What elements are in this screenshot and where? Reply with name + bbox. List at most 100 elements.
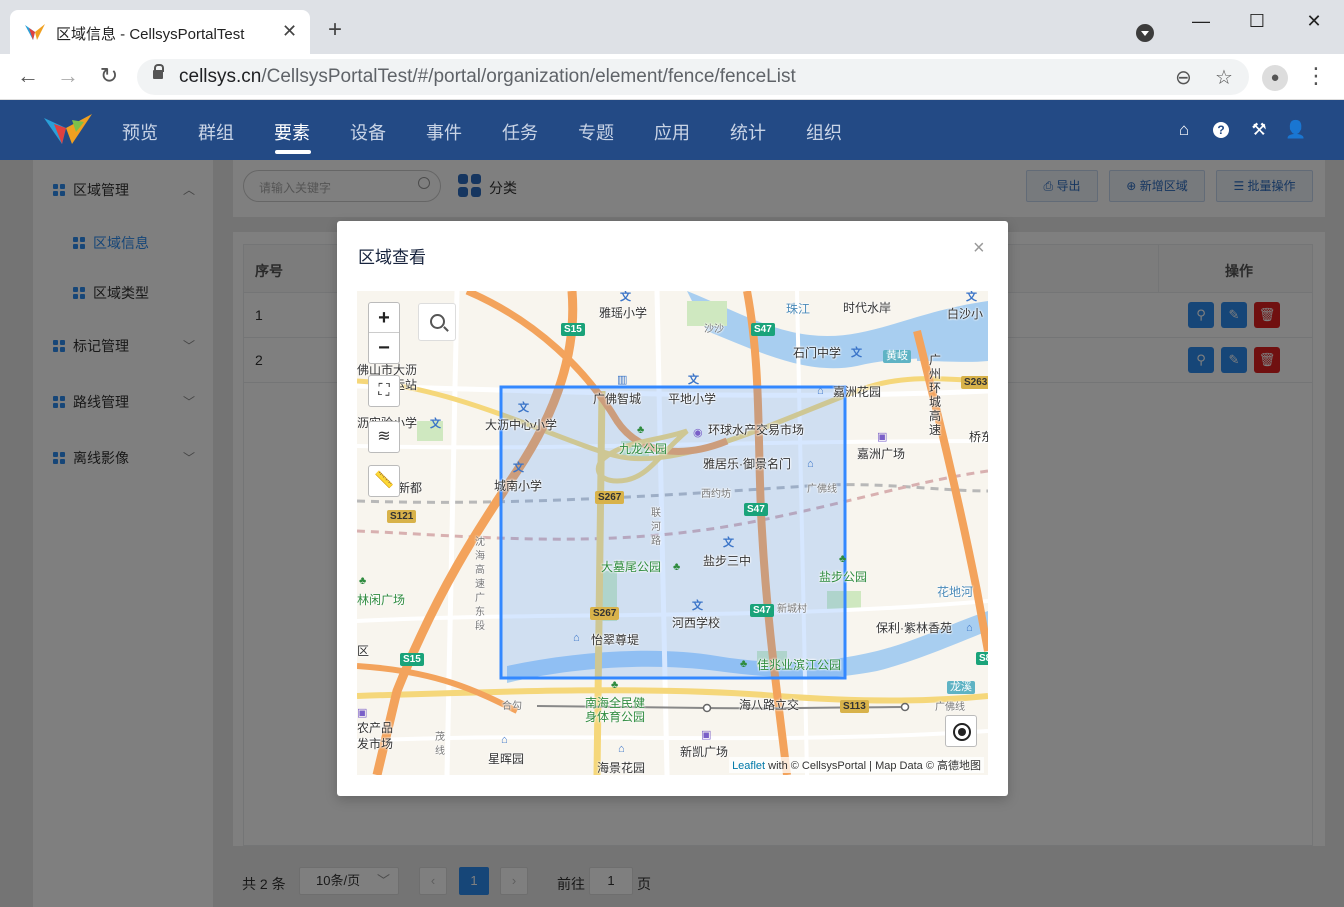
url-text: cellsys.cn/CellsysPortalTest/#/portal/or… (179, 66, 796, 87)
close-icon[interactable]: ✕ (1299, 8, 1329, 34)
school-icon: 文 (723, 537, 734, 549)
map-attribution: Leaflet with © CellsysPortal | Map Data … (729, 757, 984, 773)
map-label: 嘉洲广场 (857, 447, 906, 461)
map-label: 区 (357, 644, 370, 658)
map-label: 星晖园 (488, 752, 525, 766)
residence-icon: ⌂ (573, 632, 580, 644)
user-icon[interactable]: 👤 (1285, 120, 1306, 140)
road-shield: S113 (840, 700, 869, 713)
nav-tasks[interactable]: 任务 (502, 119, 538, 145)
area-view-modal: 区域查看 × S15 S47 S267 S47 S121 S267 S47 S1… (337, 221, 1008, 796)
layers-icon[interactable]: ≋ (368, 421, 400, 453)
fullscreen-icon[interactable]: ⛶ (368, 375, 400, 407)
map-label: 发市场 (357, 737, 394, 751)
zoom-in-button[interactable]: + (369, 303, 399, 333)
map-label: 西约坊 (701, 489, 731, 500)
active-nav-indicator (275, 150, 311, 154)
school-icon: 文 (620, 291, 631, 303)
home-icon[interactable]: ⌂ (1174, 120, 1194, 140)
nav-events[interactable]: 事件 (426, 119, 462, 145)
map-label: 大墓尾公园 (601, 560, 662, 574)
shopping-icon: ▣ (701, 729, 712, 741)
zoom-control: + − (368, 302, 400, 364)
bookmark-star-icon[interactable]: ☆ (1215, 65, 1233, 90)
park-tree-icon: ♣ (611, 679, 619, 691)
park-tree-icon: ♣ (673, 561, 681, 573)
map-view[interactable]: S15 S47 S267 S47 S121 S267 S47 S15 S263 … (357, 291, 988, 775)
leaflet-link[interactable]: Leaflet (732, 760, 765, 772)
map-label: 花地河 (937, 585, 974, 599)
park-tree-icon: ♣ (839, 553, 847, 565)
address-bar: ← → ↻ cellsys.cn/CellsysPortalTest/#/por… (0, 54, 1344, 100)
back-arrow-icon[interactable]: ← (15, 64, 41, 88)
map-label: 海景花园 (597, 761, 646, 775)
map-label: 海八路立交 (739, 698, 800, 712)
map-label: 佳兆业滨江公园 (757, 658, 842, 672)
park-tree-icon: ♣ (359, 575, 367, 587)
map-label: 怡翠尊堤 (591, 633, 640, 647)
nav-topics[interactable]: 专题 (578, 119, 614, 145)
minimize-icon[interactable]: — (1186, 8, 1216, 34)
nav-elements[interactable]: 要素 (274, 119, 310, 145)
map-label: 保利·紫林香苑 (876, 621, 952, 635)
kebab-menu-icon[interactable]: ⋮ (1303, 64, 1329, 88)
locate-me-icon[interactable] (945, 715, 977, 747)
map-label: 新都 (398, 481, 423, 495)
road-shield: S267 (595, 491, 625, 504)
road-shield: S121 (387, 510, 417, 523)
nav-groups[interactable]: 群组 (198, 119, 234, 145)
road-shield: S8 (976, 652, 988, 665)
map-label: 城南小学 (494, 479, 543, 493)
residence-icon: ⌂ (807, 458, 814, 470)
maximize-icon[interactable]: ☐ (1242, 8, 1272, 34)
nav-statistics[interactable]: 统计 (730, 119, 766, 145)
market-basket-icon: ◉ (693, 427, 703, 439)
map-label: 石门中学 (793, 346, 842, 360)
school-icon: 文 (513, 462, 524, 474)
profile-avatar-icon[interactable]: ● (1262, 65, 1288, 91)
plus-icon[interactable]: + (328, 18, 342, 42)
residence-icon: ⌂ (817, 385, 824, 397)
app-header: 预览 群组 要素 设备 事件 任务 专题 应用 统计 组织 ⌂ ? ⚒ 👤 (0, 100, 1344, 160)
browser-tab[interactable]: 区域信息 - CellsysPortalTest ✕ (10, 10, 310, 54)
shopping-icon: ▣ (877, 431, 888, 443)
park-tree-icon: ♣ (740, 658, 748, 670)
tab-title: 区域信息 - CellsysPortalTest (56, 26, 245, 43)
map-label: 嘉洲花园 (833, 385, 882, 399)
chrome-menu-dropdown-icon[interactable] (1136, 24, 1154, 42)
zoom-out-button[interactable]: − (369, 333, 399, 363)
map-label: 林闲广场 (357, 593, 406, 607)
url-field[interactable]: cellsys.cn/CellsysPortalTest/#/portal/or… (137, 59, 1249, 95)
ruler-icon[interactable]: 📏 (368, 465, 400, 497)
map-label: 盐步公园 (819, 570, 868, 584)
school-icon: 文 (518, 402, 529, 414)
nav-apps[interactable]: 应用 (654, 119, 690, 145)
nav-preview[interactable]: 预览 (122, 119, 158, 145)
map-label: 盐步三中 (703, 554, 752, 568)
map-label: 茂线 (435, 732, 445, 757)
residence-icon: ⌂ (618, 743, 625, 755)
nav-devices[interactable]: 设备 (350, 119, 386, 145)
map-label: 雅瑶小学 (599, 306, 648, 320)
map-label: 广佛线 (935, 702, 965, 713)
park-tree-icon: ♣ (637, 424, 645, 436)
road-shield: S15 (561, 323, 585, 336)
map-label: 河西学校 (672, 616, 721, 630)
modal-close-icon[interactable]: × (973, 238, 985, 258)
road-shield: S47 (744, 503, 768, 516)
map-label: 白沙小 (947, 307, 984, 321)
map-label: 平地小学 (668, 392, 717, 406)
tab-close-icon[interactable]: ✕ (282, 21, 297, 42)
reload-icon[interactable]: ↻ (96, 64, 122, 88)
nav-organization[interactable]: 组织 (806, 119, 842, 145)
zoom-icon[interactable]: ⊖ (1175, 65, 1192, 90)
forward-arrow-icon[interactable]: → (55, 64, 81, 88)
school-icon: 文 (851, 347, 862, 359)
map-label: 南海全民健身体育公园 (585, 696, 646, 724)
map-search-button[interactable] (418, 303, 456, 341)
tools-icon[interactable]: ⚒ (1249, 120, 1269, 140)
app-logo-icon (44, 114, 92, 144)
map-label: 沈海高速广东段 (475, 537, 485, 632)
modal-title: 区域查看 (358, 248, 426, 267)
help-icon[interactable]: ? (1213, 122, 1229, 138)
